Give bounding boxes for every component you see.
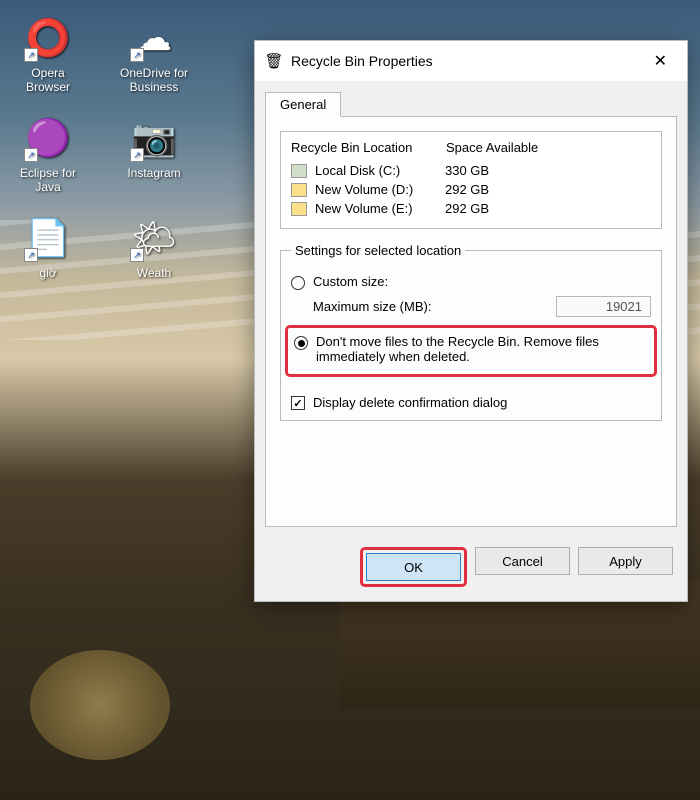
ok-highlight: OK — [360, 547, 467, 587]
max-size-input[interactable] — [556, 296, 651, 317]
drive-icon — [291, 202, 307, 216]
desktop: ⭕↗ Opera Browser ☁↗ OneDrive for Business 🟣↗… — [0, 0, 700, 800]
header-location: Recycle Bin Location — [291, 140, 446, 155]
tab-strip: General — [255, 81, 687, 116]
settings-legend: Settings for selected location — [291, 243, 465, 258]
app-icon: 🟣↗ — [24, 114, 72, 162]
hay-bale — [30, 650, 170, 760]
dont-move-label: Don't move files to the Recycle Bin. Rem… — [316, 334, 648, 364]
checkbox-icon[interactable]: ✓ — [291, 396, 305, 410]
header-space: Space Available — [446, 140, 538, 155]
desktop-icon-label: Instagram — [127, 166, 180, 180]
drive-name: New Volume (D:) — [315, 182, 445, 197]
custom-size-label: Custom size: — [313, 274, 388, 289]
desktop-icon-label: Opera Browser — [10, 66, 86, 94]
tab-general[interactable]: General — [265, 92, 341, 117]
location-row[interactable]: New Volume (D:)292 GB — [291, 180, 651, 199]
location-header: Recycle Bin Location Space Available — [291, 138, 651, 161]
app-icon: ☁↗ — [130, 14, 178, 62]
button-bar: OK Cancel Apply — [255, 537, 687, 601]
ok-button[interactable]: OK — [366, 553, 461, 581]
desktop-icon-label: OneDrive for Business — [116, 66, 192, 94]
location-row[interactable]: Local Disk (C:)330 GB — [291, 161, 651, 180]
radio-custom-size[interactable]: Custom size: — [291, 274, 651, 290]
app-icon: 🌤↗ — [130, 214, 178, 262]
tab-body: Recycle Bin Location Space Available Loc… — [265, 116, 677, 527]
app-icon: 📷↗ — [130, 114, 178, 162]
drive-space: 330 GB — [445, 163, 489, 178]
shortcut-arrow-icon: ↗ — [130, 248, 144, 262]
dialog-title: Recycle Bin Properties — [291, 53, 644, 69]
shortcut-arrow-icon: ↗ — [24, 148, 38, 162]
apply-button[interactable]: Apply — [578, 547, 673, 575]
drive-space: 292 GB — [445, 182, 489, 197]
app-icon: ⭕↗ — [24, 14, 72, 62]
checkbox-confirm-delete[interactable]: ✓ Display delete confirmation dialog — [291, 395, 651, 410]
shortcut-arrow-icon: ↗ — [130, 48, 144, 62]
shortcut-arrow-icon: ↗ — [24, 48, 38, 62]
radio-dont-move[interactable]: Don't move files to the Recycle Bin. Rem… — [285, 325, 657, 377]
location-list: Recycle Bin Location Space Available Loc… — [280, 131, 662, 229]
drive-icon — [291, 183, 307, 197]
app-icon: 📄↗ — [24, 214, 72, 262]
settings-group: Settings for selected location Custom si… — [280, 243, 662, 421]
confirm-label: Display delete confirmation dialog — [313, 395, 507, 410]
desktop-icon[interactable]: ☁↗ OneDrive for Business — [116, 14, 192, 94]
radio-icon[interactable] — [291, 276, 305, 290]
max-size-label: Maximum size (MB): — [313, 299, 556, 314]
drive-icon — [291, 164, 307, 178]
location-row[interactable]: New Volume (E:)292 GB — [291, 199, 651, 218]
desktop-icon[interactable]: ⭕↗ Opera Browser — [10, 14, 86, 94]
shortcut-arrow-icon: ↗ — [24, 248, 38, 262]
desktop-icon[interactable]: 🟣↗ Eclipse for Java — [10, 114, 86, 194]
max-size-row: Maximum size (MB): — [313, 296, 651, 317]
close-icon[interactable]: ✕ — [644, 49, 677, 73]
recycle-bin-icon: 🗑 — [265, 52, 283, 70]
drive-name: Local Disk (C:) — [315, 163, 445, 178]
cancel-button[interactable]: Cancel — [475, 547, 570, 575]
titlebar[interactable]: 🗑 Recycle Bin Properties ✕ — [255, 41, 687, 81]
radio-icon[interactable] — [294, 336, 308, 350]
drive-name: New Volume (E:) — [315, 201, 445, 216]
recycle-bin-properties-dialog: 🗑 Recycle Bin Properties ✕ General Recyc… — [254, 40, 688, 602]
desktop-icon[interactable]: 📷↗ Instagram — [116, 114, 192, 194]
desktop-icon-label: Eclipse for Java — [10, 166, 86, 194]
shortcut-arrow-icon: ↗ — [130, 148, 144, 162]
drive-space: 292 GB — [445, 201, 489, 216]
